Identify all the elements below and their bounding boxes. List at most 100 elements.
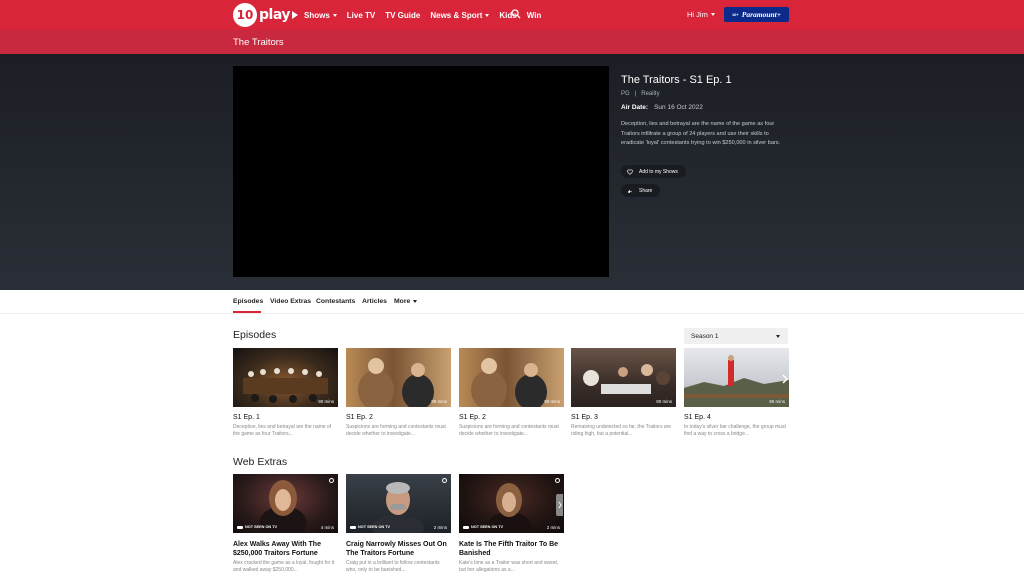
web-extra-title: Craig Narrowly Misses Out On The Traitor… <box>346 541 447 557</box>
carousel-next-button[interactable] <box>781 374 789 384</box>
episode-card[interactable]: 90 mins S1 Ep. 3 Remaining undetected so… <box>571 348 676 438</box>
season-select-value: Season 1 <box>691 332 719 340</box>
duration-badge: 2 mins <box>546 525 560 530</box>
badge-label: NOT SEEN ON TV <box>245 525 278 529</box>
episode-card-title: S1 Ep. 2 <box>346 414 373 421</box>
web-extra-title: Alex Walks Away With The $250,000 Traito… <box>233 541 321 557</box>
tab-articles[interactable]: Articles <box>362 298 387 305</box>
episode-card-desc: In today's silver bar challenge, the gro… <box>684 424 786 437</box>
nav-news-sport[interactable]: News & Sport <box>430 10 490 20</box>
nav-live-tv-label: Live TV <box>346 10 376 20</box>
web-extras-section-title: Web Extras <box>233 456 288 468</box>
web-extra-title: Kate Is The Fifth Traitor To Be Banished <box>459 541 559 557</box>
chevron-down-icon <box>485 13 490 17</box>
chevron-down-icon <box>332 13 337 17</box>
web-extra-card[interactable]: NOT SEEN ON TV 2 mins Craig Narrowly Mis… <box>346 474 451 573</box>
duration-badge: 90 mins <box>656 399 672 404</box>
nav-live-tv[interactable]: Live TV <box>347 11 375 20</box>
episode-card-desc: Remaining undetected so far, the Traitor… <box>571 424 672 437</box>
paramount-plus-button[interactable]: 10+ Paramount+ <box>724 7 789 22</box>
not-seen-on-tv-badge: NOT SEEN ON TV <box>463 525 503 529</box>
web-extra-desc: Craig put in a brilliant to follow conte… <box>346 560 440 573</box>
user-menu[interactable]: Hi Jim <box>687 10 715 19</box>
episode-card-title: S1 Ep. 1 <box>233 414 260 421</box>
nav-win[interactable]: Win <box>527 11 542 20</box>
show-title: The Traitors <box>233 37 284 48</box>
duration-badge: 90 mins <box>318 399 334 404</box>
nav-tv-guide-label: TV Guide <box>385 10 421 20</box>
10play-logo[interactable]: 10 play <box>233 3 298 27</box>
search-icon[interactable] <box>511 9 521 19</box>
episode-card[interactable]: 90 mins S1 Ep. 2 Suspicions are forming … <box>346 348 451 438</box>
share-icon <box>627 189 633 193</box>
user-greeting: Hi Jim <box>687 10 708 19</box>
chevron-right-icon <box>782 374 788 384</box>
episode-card-desc: Suspicions are forming and contestants m… <box>346 424 446 437</box>
add-to-my-shows-label: Add to my Shows <box>639 168 678 175</box>
air-date-label: Air Date: <box>621 104 649 111</box>
top-nav: 10 play Shows Live TV TV Guide News & Sp… <box>0 0 1024 30</box>
tab-more[interactable]: More <box>394 298 418 305</box>
tv-icon <box>237 525 243 529</box>
tab-more-label: More <box>394 298 411 305</box>
show-title-bar: The Traitors <box>0 30 1024 54</box>
web-extra-card[interactable]: NOT SEEN ON TV 4 mins Alex Walks Away Wi… <box>233 474 338 573</box>
logo-mark: 10 <box>233 3 257 27</box>
episode-thumbnail: 90 mins <box>346 348 451 407</box>
episode-title: The Traitors - S1 Ep. 1 <box>621 74 732 86</box>
play-indicator-icon <box>329 478 334 483</box>
duration-badge: 90 mins <box>431 399 447 404</box>
web-extra-thumbnail: NOT SEEN ON TV 2 mins <box>459 474 564 533</box>
nav-win-label: Win <box>526 10 542 20</box>
duration-badge: 2 mins <box>433 525 447 530</box>
tab-video-extras[interactable]: Video Extras <box>270 298 311 305</box>
nav-shows[interactable]: Shows <box>304 11 337 20</box>
web-extra-card[interactable]: NOT SEEN ON TV 2 mins Kate Is The Fifth … <box>459 474 564 573</box>
tv-icon <box>463 525 469 529</box>
episode-card-desc: Suspicions are forming and contestants m… <box>459 424 559 437</box>
paramount-tag: 10+ <box>731 12 739 17</box>
episode-card-title: S1 Ep. 2 <box>459 414 486 421</box>
season-select[interactable]: Season 1 <box>684 328 788 344</box>
share-button[interactable]: Share <box>621 184 661 197</box>
play-indicator-icon <box>442 478 447 483</box>
logo-text: play <box>259 7 290 23</box>
tab-contestants[interactable]: Contestants <box>316 298 355 305</box>
chevron-down-icon <box>710 13 715 16</box>
carousel-next-tab[interactable] <box>556 494 563 516</box>
video-player[interactable] <box>233 66 609 277</box>
play-triangle-icon <box>291 11 298 19</box>
nav-tv-guide[interactable]: TV Guide <box>385 11 420 20</box>
nav-news-sport-label: News & Sport <box>430 10 483 20</box>
nav-shows-label: Shows <box>304 10 330 20</box>
web-extra-thumbnail: NOT SEEN ON TV 4 mins <box>233 474 338 533</box>
not-seen-on-tv-badge: NOT SEEN ON TV <box>350 525 390 529</box>
tv-icon <box>350 525 356 529</box>
episode-meta: PG | Reality <box>621 91 660 97</box>
tab-episodes[interactable]: Episodes <box>233 298 263 305</box>
genre-label: Reality <box>641 91 660 97</box>
episode-thumbnail: 90 mins <box>233 348 338 407</box>
duration-badge: 4 mins <box>320 525 334 530</box>
air-date: Air Date: Sun 16 Oct 2022 <box>621 104 703 111</box>
heart-icon <box>627 169 633 175</box>
episodes-section-title: Episodes <box>233 329 277 341</box>
rating-badge: PG <box>621 91 630 97</box>
episode-card-title: S1 Ep. 3 <box>571 414 598 421</box>
web-extra-thumbnail: NOT SEEN ON TV 2 mins <box>346 474 451 533</box>
add-to-my-shows-button[interactable]: Add to my Shows <box>621 165 686 178</box>
share-label: Share <box>639 187 653 194</box>
web-extra-desc: Alex cracked the game as a loyal, fought… <box>233 560 335 573</box>
episode-thumbnail: 90 mins <box>684 348 789 407</box>
active-tab-indicator <box>233 311 261 313</box>
web-extra-desc: Kate's time as a Traitor was short and s… <box>459 560 559 573</box>
meta-separator: | <box>634 91 637 97</box>
duration-badge: 90 mins <box>769 399 785 404</box>
episode-card[interactable]: 90 mins S1 Ep. 2 Suspicions are forming … <box>459 348 564 438</box>
content-tabs: Episodes Video Extras Contestants Articl… <box>0 290 1024 314</box>
air-date-value: Sun 16 Oct 2022 <box>654 104 703 111</box>
play-indicator-icon <box>555 478 560 483</box>
episode-card[interactable]: 90 mins S1 Ep. 4 In today's silver bar c… <box>684 348 789 438</box>
episode-card[interactable]: 90 mins S1 Ep. 1 Deception, lies and bet… <box>233 348 338 438</box>
not-seen-on-tv-badge: NOT SEEN ON TV <box>237 525 277 529</box>
